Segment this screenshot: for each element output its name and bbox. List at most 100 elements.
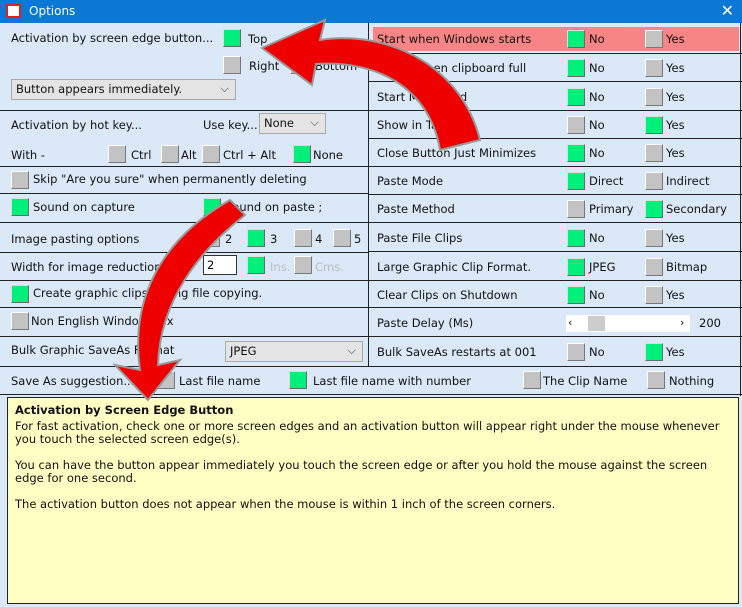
option-b-checkbox[interactable] (645, 144, 663, 162)
window-title: Options (29, 4, 76, 18)
paste-delay-scrollbar[interactable] (566, 315, 690, 332)
option-a-checkbox[interactable] (567, 258, 585, 276)
inches-checkbox[interactable] (247, 256, 265, 274)
option-b-checkbox[interactable] (645, 258, 663, 276)
divider (368, 336, 742, 337)
option-b-label: Yes (666, 146, 685, 160)
image-option-2-checkbox[interactable] (202, 229, 220, 247)
option-b-checkbox[interactable] (645, 88, 663, 106)
option-b-label: Yes (666, 61, 685, 75)
option-label: Bulk SaveAs restarts at 001 (377, 345, 537, 359)
image-option-4-checkbox[interactable] (294, 229, 312, 247)
option-b-label: Yes (666, 345, 685, 359)
non-english-checkbox[interactable] (11, 312, 29, 330)
option-b-label: Yes (666, 90, 685, 104)
divider (0, 366, 742, 367)
image-option-3-checkbox[interactable] (247, 229, 265, 247)
right-border (740, 23, 741, 396)
ctrl-alt-checkbox[interactable] (202, 145, 220, 163)
saveas-label: Save As suggestion... (11, 374, 135, 388)
ctrl-label: Ctrl (131, 148, 152, 162)
cms-checkbox[interactable] (294, 256, 312, 274)
help-paragraph: For fast activation, check one or more s… (15, 419, 720, 446)
divider (368, 53, 742, 54)
none-checkbox[interactable] (293, 145, 311, 163)
option-a-checkbox[interactable] (567, 59, 585, 77)
divider (0, 280, 368, 281)
hotkey-dropdown[interactable]: None ⌵ (259, 113, 326, 134)
divider (0, 394, 742, 395)
saveas-clip-name-label: The Clip Name (543, 374, 628, 388)
option-b-label: Secondary (666, 202, 727, 216)
option-a-checkbox[interactable] (567, 229, 585, 247)
option-a-label: No (589, 345, 605, 359)
option-a-checkbox[interactable] (567, 116, 585, 134)
option-a-checkbox[interactable] (567, 200, 585, 218)
divider (0, 193, 368, 194)
option-label: Paste Delay (Ms) (377, 316, 474, 330)
option-b-checkbox[interactable] (645, 200, 663, 218)
option-label: Clear Clips on Shutdown (377, 288, 518, 302)
bulk-format-label: Bulk Graphic SaveAs Format (11, 343, 175, 357)
close-button[interactable]: ✕ (721, 1, 734, 20)
inches-label: Ins. (270, 260, 291, 274)
sound-paste-checkbox[interactable] (203, 198, 221, 216)
edge-bottom-label: Bottom (315, 59, 358, 73)
sound-paste-label: Sound on paste ; (225, 200, 323, 214)
divider (368, 251, 742, 252)
option-b-label: Bitmap (666, 260, 708, 274)
alt-checkbox[interactable] (161, 145, 179, 163)
divider (368, 110, 742, 111)
non-english-label: Non English Windows Fix (31, 314, 174, 328)
arrow-to-help-panel (112, 198, 247, 402)
ctrl-checkbox[interactable] (108, 145, 126, 163)
option-a-checkbox[interactable] (567, 286, 585, 304)
option-b-checkbox[interactable] (645, 59, 663, 77)
option-b-checkbox[interactable] (645, 229, 663, 247)
bulk-format-dropdown[interactable]: JPEG ⌵ (225, 341, 363, 362)
saveas-last-file-checkbox[interactable] (157, 371, 175, 389)
option-a-checkbox[interactable] (567, 343, 585, 361)
option-b-label: Yes (666, 32, 685, 46)
option-b-label: Indirect (666, 174, 710, 188)
divider (0, 307, 368, 308)
option-b-checkbox[interactable] (645, 172, 663, 190)
divider (0, 110, 368, 111)
with-label: With - (11, 148, 45, 162)
option-label: Sound when clipboard full (377, 61, 527, 75)
chevron-right-icon[interactable]: › (680, 316, 684, 329)
help-paragraph: You can have the button appear immediate… (15, 458, 708, 485)
option-b-checkbox[interactable] (645, 116, 663, 134)
button-timing-dropdown[interactable]: Button appears immediately. ⌵ (11, 79, 236, 100)
edge-bottom-checkbox[interactable] (290, 56, 308, 74)
option-b-checkbox[interactable] (645, 343, 663, 361)
scrollbar-thumb[interactable] (588, 316, 605, 331)
option-a-checkbox[interactable] (567, 144, 585, 162)
option-a-label: No (589, 146, 605, 160)
saveas-clip-name-checkbox[interactable] (523, 371, 541, 389)
sound-capture-checkbox[interactable] (11, 198, 29, 216)
button-timing-value: Button appears immediately. (16, 82, 183, 96)
alt-label: Alt (181, 148, 197, 162)
option-a-checkbox[interactable] (567, 172, 585, 190)
width-reduction-input[interactable] (203, 255, 237, 275)
option-b-checkbox[interactable] (645, 286, 663, 304)
option-label: Paste Method (377, 202, 455, 216)
skip-confirm-checkbox[interactable] (11, 171, 29, 189)
option-a-checkbox[interactable] (567, 30, 585, 48)
saveas-nothing-checkbox[interactable] (647, 371, 665, 389)
image-option-5-checkbox[interactable] (333, 229, 351, 247)
chevron-left-icon[interactable]: ‹ (568, 316, 572, 329)
saveas-last-file-number-checkbox[interactable] (289, 371, 307, 389)
create-graphic-checkbox[interactable] (11, 285, 29, 303)
option-b-label: Yes (666, 118, 685, 132)
edge-right-checkbox[interactable] (223, 56, 241, 74)
help-title: Activation by Screen Edge Button (15, 403, 234, 417)
option-b-checkbox[interactable] (645, 30, 663, 48)
edge-top-checkbox[interactable] (223, 29, 241, 47)
option-a-checkbox[interactable] (567, 88, 585, 106)
paste-delay-value: 200 (699, 316, 721, 330)
option-b-label: Yes (666, 288, 685, 302)
image-option-4-label: 4 (315, 232, 323, 246)
option-label: Show in Task Bar (377, 118, 474, 132)
